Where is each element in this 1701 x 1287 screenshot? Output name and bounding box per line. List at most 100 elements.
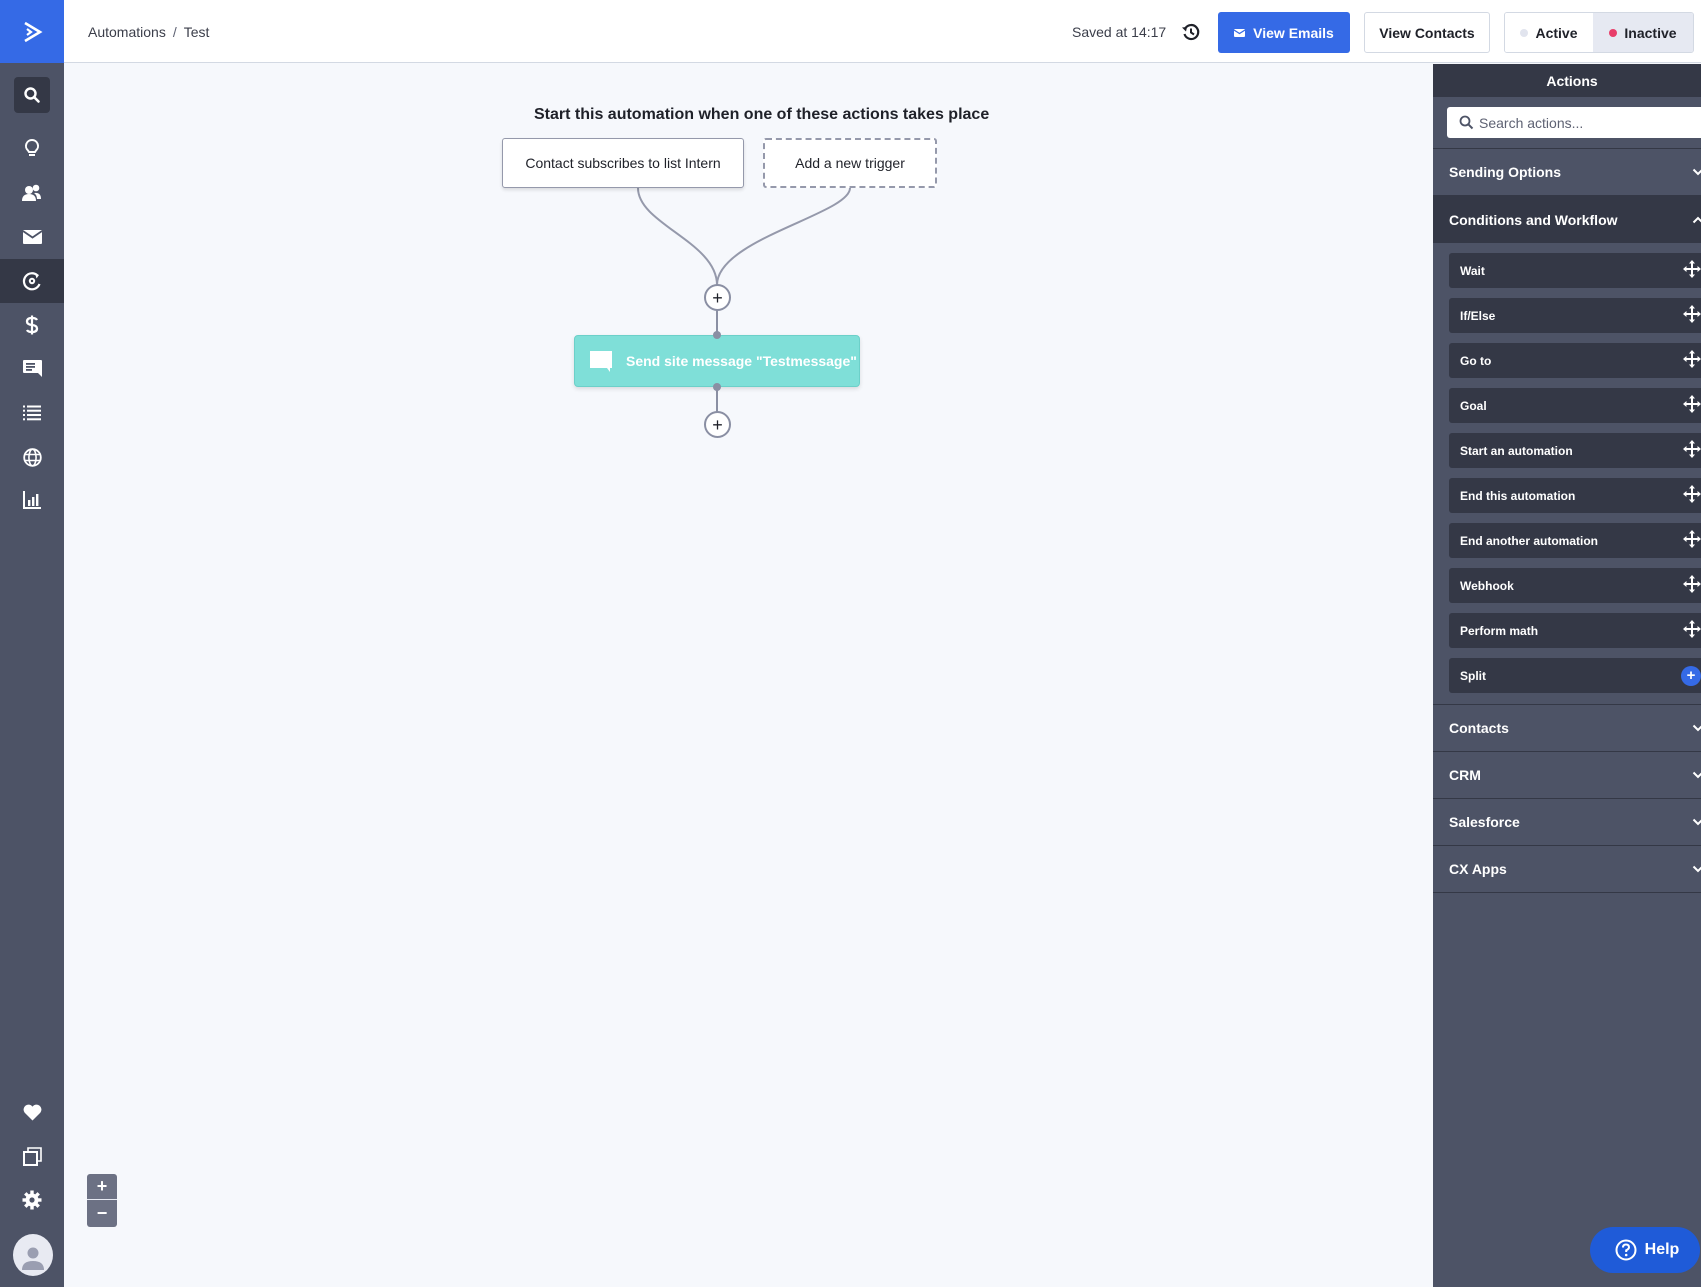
action-item-label: End another automation [1460,533,1598,548]
dollar-icon [25,315,39,335]
contacts-icon [22,184,41,201]
actions-search-input[interactable] [1479,114,1679,131]
zoom-controls: + − [87,1174,117,1227]
action-node-site-message[interactable]: Send site message "Testmessage" [574,335,860,387]
move-icon[interactable] [1683,440,1701,461]
action-item-if-else[interactable]: If/Else [1449,298,1701,333]
gear-icon [22,1190,42,1210]
action-item-webhook[interactable]: Webhook [1449,568,1701,603]
toggle-inactive-label: Inactive [1624,24,1677,41]
breadcrumb-automations[interactable]: Automations [88,24,166,40]
logo[interactable] [0,0,64,63]
move-icon[interactable] [1683,395,1701,416]
section-crm[interactable]: CRM [1433,752,1701,799]
status-toggle: Active Inactive [1504,12,1694,53]
nav-automations[interactable] [0,259,64,303]
action-item-end-this-automation[interactable]: End this automation [1449,478,1701,513]
view-emails-button[interactable]: View Emails [1218,12,1350,53]
nav-lists[interactable] [0,391,64,435]
section-label: Salesforce [1449,814,1520,830]
nav-ideas[interactable] [0,126,64,170]
copy-icon [22,1146,42,1166]
connector-trigger-1 [637,187,718,286]
nav-campaigns[interactable] [0,215,64,259]
action-item-go-to[interactable]: Go to [1449,343,1701,378]
zoom-in-button[interactable]: + [87,1174,117,1200]
move-icon[interactable] [1683,575,1701,596]
chat-icon [22,360,42,377]
question-circle-icon [1615,1239,1637,1261]
list-icon [23,405,41,421]
toggle-active[interactable]: Active [1505,13,1593,52]
mail-icon [1234,28,1246,37]
action-item-start-an-automation[interactable]: Start an automation [1449,433,1701,468]
help-button[interactable]: Help [1590,1227,1700,1273]
toggle-inactive[interactable]: Inactive [1593,13,1693,52]
move-icon[interactable] [1683,350,1701,371]
lightbulb-icon [24,138,40,156]
nav-apps[interactable] [0,1134,64,1178]
top-header: Automations / Test Saved at 14:17 View E… [64,0,1701,63]
history-icon[interactable] [1181,22,1201,47]
move-icon[interactable] [1683,485,1701,506]
zoom-out-button[interactable]: − [87,1200,117,1226]
actions-search-wrap [1433,97,1701,149]
search-icon [1459,115,1474,130]
section-conditions-workflow[interactable]: Conditions and Workflow [1433,196,1701,243]
nav-website[interactable] [0,435,64,479]
section-label: CRM [1449,767,1481,783]
section-sending-options[interactable]: Sending Options [1433,149,1701,196]
section-label: Sending Options [1449,164,1561,180]
move-icon[interactable] [1683,305,1701,326]
action-item-wait[interactable]: Wait [1449,253,1701,288]
add-step-button[interactable]: + [704,284,731,311]
actions-panel: Actions Sending Options Conditions and W… [1433,64,1701,1287]
actions-search [1447,107,1701,138]
connector-lines [637,187,851,412]
node-input-port [713,331,721,339]
globe-icon [22,447,42,467]
section-contacts[interactable]: Contacts [1433,705,1701,752]
action-item-perform-math[interactable]: Perform math [1449,613,1701,648]
active-dot [1520,28,1529,37]
nav-search[interactable] [14,77,50,113]
actions-panel-title: Actions [1433,64,1701,97]
nav-conversations[interactable] [0,347,64,391]
action-item-split[interactable]: Split + [1449,658,1701,693]
nav-favorites[interactable] [0,1090,64,1134]
action-item-label: End this automation [1460,488,1576,503]
view-contacts-button[interactable]: View Contacts [1364,12,1490,53]
add-step-button-end[interactable]: + [704,411,731,438]
section-salesforce[interactable]: Salesforce [1433,799,1701,846]
action-item-end-another-automation[interactable]: End another automation [1449,523,1701,558]
move-icon[interactable] [1683,620,1701,641]
node-output-port [713,383,721,391]
nav-contacts[interactable] [0,171,64,215]
add-trigger-button[interactable]: Add a new trigger [763,138,937,188]
action-item-label: Goal [1460,398,1487,413]
search-icon [24,87,40,103]
chevron-down-icon [1692,865,1701,873]
logo-icon [24,21,43,42]
action-item-label: Go to [1460,353,1492,368]
action-item-label: Wait [1460,263,1485,278]
heart-icon [23,1104,41,1120]
plus-icon[interactable]: + [1681,665,1701,686]
action-item-goal[interactable]: Goal [1449,388,1701,423]
site-message-icon [590,350,612,372]
move-icon[interactable] [1683,260,1701,281]
chevron-down-icon [1692,724,1701,732]
nav-reports[interactable] [0,478,64,522]
automation-canvas[interactable]: Start this automation when one of these … [64,64,1433,1287]
left-nav [0,0,64,1287]
move-icon[interactable] [1683,530,1701,551]
nav-deals[interactable] [0,303,64,347]
section-cx-apps[interactable]: CX Apps [1433,846,1701,893]
nav-settings[interactable] [0,1178,64,1222]
inactive-dot [1609,28,1618,37]
breadcrumb-current: Test [183,24,210,40]
avatar-icon [22,1247,44,1270]
saved-status: Saved at 14:17 [1072,24,1167,40]
trigger-card[interactable]: Contact subscribes to list Intern [502,138,744,188]
avatar[interactable] [13,1234,53,1276]
